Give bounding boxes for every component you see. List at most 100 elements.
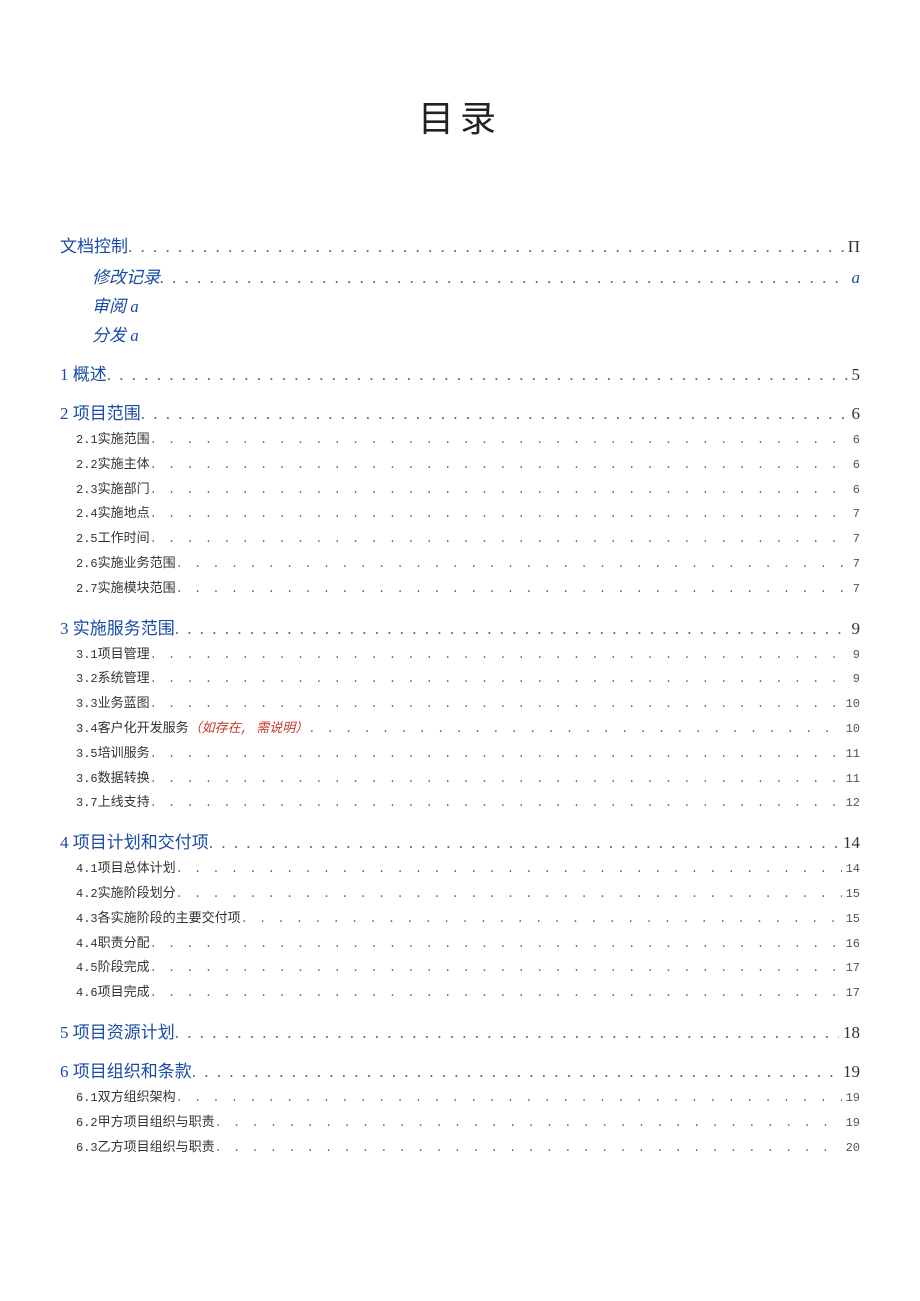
toc-number: 6.3 [76, 1139, 98, 1158]
dot-leader [128, 237, 844, 257]
toc-entry-subsection[interactable]: 2.1实施范围 6 [76, 430, 860, 451]
toc-entry-section[interactable]: 5 项目资源计划 18 [60, 1018, 860, 1043]
toc-entry-subsection[interactable]: 4.3各实施阶段的主要交付项 15 [76, 909, 860, 930]
toc-label: 培训服务 [98, 744, 150, 765]
toc-number: 4.3 [76, 910, 98, 929]
toc-entry-subsection[interactable]: 2.3实施部门 6 [76, 480, 860, 501]
toc-label: 实施主体 [98, 455, 150, 476]
toc-entry-subsection[interactable]: 2.4实施地点 7 [76, 504, 860, 525]
toc-page: Π [844, 237, 860, 257]
toc-label: 项目完成 [98, 983, 150, 1004]
toc-entry-section[interactable]: 6 项目组织和条款 19 [60, 1057, 860, 1082]
dot-leader [150, 456, 849, 475]
toc-entry-sub[interactable]: 分发 a [92, 321, 860, 346]
toc-label: 项目总体计划 [98, 859, 176, 880]
toc-entry-subsection[interactable]: 4.4职责分配 16 [76, 934, 860, 955]
toc-label: 实施部门 [98, 480, 150, 501]
toc-page: 14 [839, 833, 860, 853]
toc-label: 实施业务范围 [98, 554, 176, 575]
toc-page: 17 [842, 959, 860, 978]
toc-page: 6 [849, 481, 860, 500]
toc-entry-subsection[interactable]: 3.7上线支持 12 [76, 793, 860, 814]
dot-leader [192, 1062, 839, 1082]
toc-entry-subsection[interactable]: 4.2实施阶段划分 15 [76, 884, 860, 905]
toc-number: 3.7 [76, 794, 98, 813]
toc-entry-sub[interactable]: 审阅 a [92, 292, 860, 317]
toc-entry-section[interactable]: 2 项目范围 6 [60, 399, 860, 424]
toc-label: 5 项目资源计划 [60, 1018, 175, 1043]
dot-leader [150, 935, 842, 954]
toc-entry-subsection[interactable]: 3.4客户化开发服务 （如存在, 需说明） 10 [76, 719, 860, 740]
toc-entry-sub[interactable]: 修改记录a [92, 263, 860, 288]
toc-page: 7 [849, 530, 860, 549]
dot-leader [150, 959, 842, 978]
toc-number: 2.2 [76, 456, 98, 475]
toc-entry-subsection[interactable]: 2.6实施业务范围 7 [76, 554, 860, 575]
toc-page: 10 [842, 720, 860, 739]
toc-page: 15 [842, 885, 860, 904]
toc-entry-subsection[interactable]: 2.2实施主体 6 [76, 455, 860, 476]
toc-page: 5 [848, 365, 861, 385]
toc-entry-subsection[interactable]: 3.3业务蓝图 10 [76, 694, 860, 715]
dot-leader [150, 505, 849, 524]
dot-leader [215, 1139, 842, 1158]
toc-page: 7 [849, 505, 860, 524]
toc-entry-subsection[interactable]: 3.6数据转换 11 [76, 769, 860, 790]
toc-label: 甲方项目组织与职责 [98, 1113, 215, 1134]
toc-number: 4.5 [76, 959, 98, 978]
toc-entry-subsection[interactable]: 4.1项目总体计划 14 [76, 859, 860, 880]
toc-entry-subsection[interactable]: 2.7实施模块范围 7 [76, 579, 860, 600]
toc-page: 9 [849, 646, 860, 665]
toc-number: 3.1 [76, 646, 98, 665]
toc-entry-subsection[interactable]: 6.1双方组织架构 19 [76, 1088, 860, 1109]
toc-entry-subsection[interactable]: 6.3乙方项目组织与职责 20 [76, 1138, 860, 1159]
dot-leader [160, 268, 848, 288]
dot-leader [150, 530, 849, 549]
dot-leader [176, 860, 842, 879]
toc-entry-doc-control[interactable]: 文档控制 Π [60, 232, 860, 257]
toc-page: 19 [842, 1089, 860, 1108]
toc-entry-section[interactable]: 1 概述 5 [60, 360, 860, 385]
toc-number: 3.6 [76, 770, 98, 789]
toc-entry-subsection[interactable]: 6.2甲方项目组织与职责 19 [76, 1113, 860, 1134]
toc-sections: 1 概述 52 项目范围 62.1实施范围 62.2实施主体 62.3实施部门 … [60, 360, 860, 1158]
toc-label: 项目管理 [98, 645, 150, 666]
toc-page: 18 [839, 1023, 860, 1043]
toc-entry-subsection[interactable]: 4.5阶段完成 17 [76, 958, 860, 979]
toc-label: 文档控制 [60, 232, 128, 257]
toc-label: 职责分配 [98, 934, 150, 955]
toc-entry-subsection[interactable]: 4.6项目完成 17 [76, 983, 860, 1004]
toc-number: 3.5 [76, 745, 98, 764]
toc-page: 19 [842, 1114, 860, 1133]
document-page: 目录 文档控制 Π 修改记录a 审阅 a 分发 a 1 概述 5 2 项目范围 6 2.… [0, 0, 920, 1301]
toc-entry-subsection[interactable]: 3.1项目管理 9 [76, 645, 860, 666]
toc-page: 19 [839, 1062, 860, 1082]
toc-entry-subsection[interactable]: 3.5培训服务 11 [76, 744, 860, 765]
toc-number: 3.3 [76, 695, 98, 714]
page-title: 目录 [60, 90, 860, 142]
toc-label: 3 实施服务范围 [60, 614, 175, 639]
toc-page: 16 [842, 935, 860, 954]
toc-label: 实施范围 [98, 430, 150, 451]
dot-leader [176, 1089, 842, 1108]
dot-leader [215, 1114, 842, 1133]
toc-label: 审阅 a [92, 292, 139, 317]
toc-label: 实施地点 [98, 504, 150, 525]
dot-leader [308, 720, 841, 739]
toc-number: 4.4 [76, 935, 98, 954]
dot-leader [150, 670, 849, 689]
toc-label: 业务蓝图 [98, 694, 150, 715]
toc-number: 2.3 [76, 481, 98, 500]
toc-entry-subsection[interactable]: 3.2系统管理 9 [76, 669, 860, 690]
toc-note: （如存在, 需说明） [189, 719, 309, 740]
toc-number: 3.4 [76, 720, 98, 739]
toc-entry-subsection[interactable]: 2.5工作时间 7 [76, 529, 860, 550]
dot-leader [150, 431, 849, 450]
toc-subgroup-doc-control: 修改记录a 审阅 a 分发 a [60, 263, 860, 346]
toc-page: 11 [842, 770, 860, 789]
dot-leader [209, 833, 839, 853]
toc-page: 11 [842, 745, 860, 764]
toc-entry-section[interactable]: 3 实施服务范围 9 [60, 614, 860, 639]
toc-entry-section[interactable]: 4 项目计划和交付项 14 [60, 828, 860, 853]
dot-leader [150, 646, 849, 665]
